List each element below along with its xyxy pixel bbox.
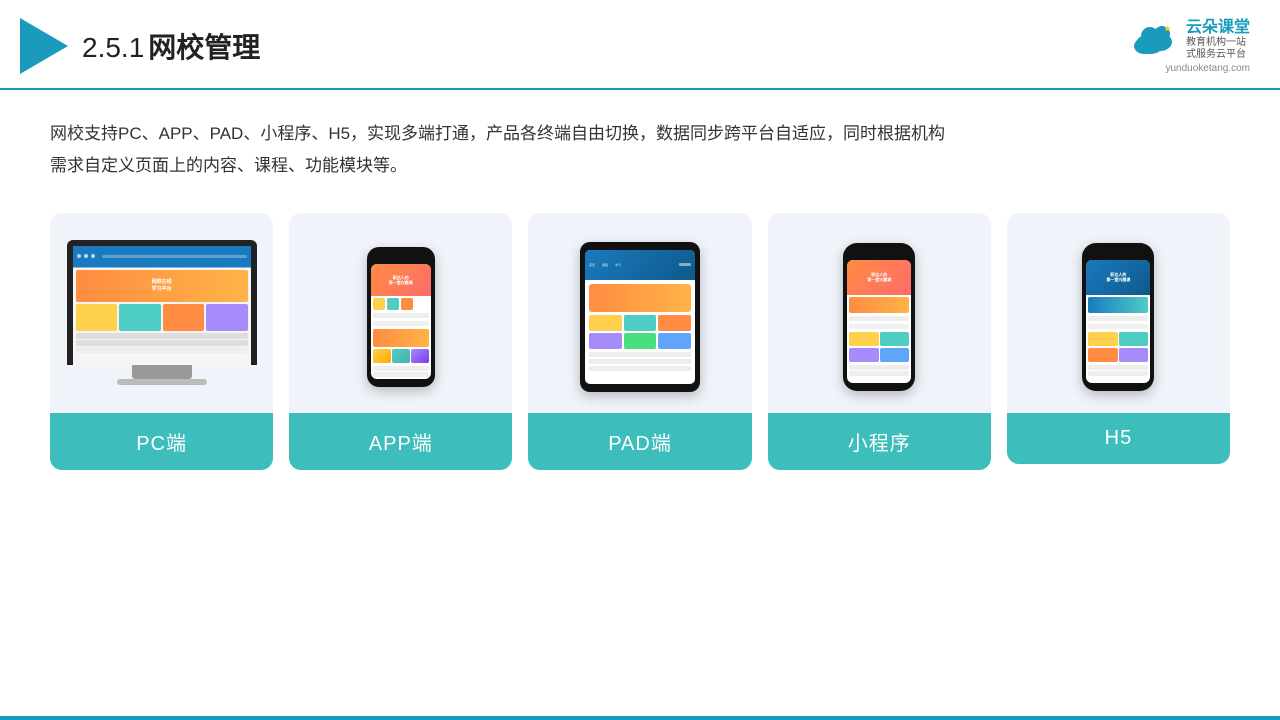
- pad-preview: 首页 课程 学习: [528, 213, 751, 413]
- h5-preview: 职达人的第一堂兴趣课: [1007, 213, 1230, 413]
- cloud-icon: [1130, 24, 1180, 56]
- brand-logo: 云朵课堂 教育机构一站式服务云平台: [1130, 18, 1250, 61]
- miniapp-phone-mockup: 职达人的第一堂兴趣课: [843, 243, 915, 391]
- h5-label: H5: [1007, 413, 1230, 464]
- pc-card: 网校在线学习平台: [50, 213, 273, 470]
- miniapp-card: 职达人的第一堂兴趣课: [768, 213, 991, 470]
- pad-card: 首页 课程 学习: [528, 213, 751, 470]
- app-phone-mockup: 职达人的第一堂兴趣课: [367, 247, 435, 387]
- page-title: 2.5.1网校管理: [82, 26, 260, 66]
- pc-mockup: 网校在线学习平台: [67, 240, 257, 395]
- pad-label: PAD端: [528, 413, 751, 470]
- header: 2.5.1网校管理 云朵课堂 教育机构一站式服务云平台 yunduoketang…: [0, 0, 1280, 90]
- cards-container: 网校在线学习平台: [50, 213, 1230, 470]
- miniapp-label: 小程序: [768, 413, 991, 470]
- app-preview: 职达人的第一堂兴趣课: [289, 213, 512, 413]
- h5-phone-mockup: 职达人的第一堂兴趣课: [1082, 243, 1154, 391]
- miniapp-preview: 职达人的第一堂兴趣课: [768, 213, 991, 413]
- h5-card: 职达人的第一堂兴趣课: [1007, 213, 1230, 464]
- main-content: 网校支持PC、APP、PAD、小程序、H5，实现多端打通，产品各终端自由切换，数…: [0, 90, 1280, 490]
- pc-label: PC端: [50, 413, 273, 470]
- brand-slogan: 教育机构一站式服务云平台: [1186, 37, 1246, 61]
- brand-text-group: 云朵课堂 教育机构一站式服务云平台: [1186, 18, 1250, 61]
- description: 网校支持PC、APP、PAD、小程序、H5，实现多端打通，产品各终端自由切换，数…: [50, 118, 1230, 181]
- logo-triangle-icon: [20, 18, 68, 74]
- pc-preview: 网校在线学习平台: [50, 213, 273, 413]
- app-card: 职达人的第一堂兴趣课: [289, 213, 512, 470]
- bottom-bar: [0, 716, 1280, 720]
- brand-url: yunduoketang.com: [1165, 63, 1250, 74]
- pad-mockup: 首页 课程 学习: [580, 242, 700, 392]
- header-right: 云朵课堂 教育机构一站式服务云平台 yunduoketang.com: [1130, 18, 1250, 74]
- header-left: 2.5.1网校管理: [20, 18, 260, 74]
- section-number: 2.5.1: [82, 32, 144, 63]
- brand-name: 云朵课堂: [1186, 18, 1250, 37]
- app-label: APP端: [289, 413, 512, 470]
